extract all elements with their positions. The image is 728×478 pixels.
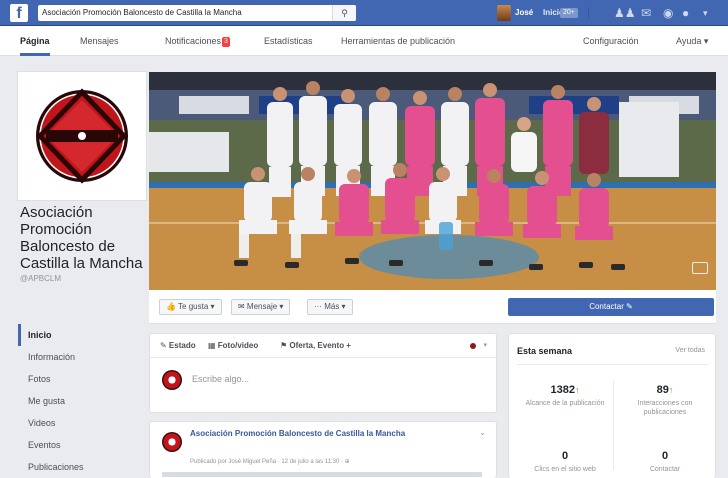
sidebar-item-publicaciones[interactable]: Publicaciones	[18, 456, 146, 478]
search-icon[interactable]: ⚲	[332, 5, 356, 21]
chevron-down-icon[interactable]: ▾	[483, 334, 487, 358]
tab-settings[interactable]: Configuración	[583, 26, 639, 56]
more-button[interactable]: ··· Más ▾	[307, 299, 353, 315]
stat-post-reach[interactable]: 1382↑ Alcance de la publicación	[517, 384, 613, 408]
club-logo-image	[36, 88, 128, 184]
home-count-badge: 20+	[560, 8, 578, 18]
stats-divider	[613, 380, 614, 470]
tab-messages[interactable]: Mensajes	[80, 26, 119, 56]
composer-tabs: ✎ Estado ▦ Foto/video ⚑ Oferta, Evento +…	[150, 334, 496, 358]
post-meta: Publicado por José Miguel Peña · 12 de j…	[190, 459, 350, 465]
page-action-bar: 👍 Te gusta ▾ ✉ Mensaje ▾ ··· Más ▾ Conta…	[149, 290, 716, 324]
search-input-value: Asociación Promoción Baloncesto de Casti…	[42, 8, 242, 17]
arrow-up-icon: ↑	[574, 385, 580, 395]
stat-website-clicks[interactable]: 0 Clics en el sitio web	[517, 450, 613, 474]
cover-photo[interactable]	[149, 72, 716, 290]
quick-help-icon[interactable]: ●	[682, 5, 689, 21]
composer-tab-status[interactable]: ✎ Estado	[160, 334, 196, 358]
composer-tab-offer-event[interactable]: ⚑ Oferta, Evento +	[280, 334, 351, 358]
camera-icon[interactable]	[692, 262, 708, 274]
see-all-link[interactable]: Ver todas	[675, 347, 705, 354]
message-button[interactable]: ✉ Mensaje ▾	[231, 299, 291, 315]
tab-page[interactable]: Página	[20, 26, 50, 56]
stat-label: Alcance de la publicación	[525, 400, 605, 407]
notifications-icon[interactable]: ◉	[663, 5, 673, 21]
stat-label: Contactar	[649, 466, 681, 473]
stat-number: 1382	[550, 384, 575, 396]
post-options-icon[interactable]: ⌄	[479, 428, 486, 437]
stat-label: Interacciones con publicaciones	[637, 400, 693, 416]
post-composer: ✎ Estado ▦ Foto/video ⚑ Oferta, Evento +…	[149, 333, 497, 413]
page-title[interactable]: Asociación Promoción Baloncesto de Casti…	[20, 204, 160, 272]
stat-post-engagement[interactable]: 89↑ Interacciones con publicaciones	[617, 384, 713, 417]
top-navigation-bar: f Asociación Promoción Baloncesto de Cas…	[0, 0, 728, 26]
page-sidebar-nav: Inicio Información Fotos Me gusta Videos…	[18, 324, 146, 478]
tab-insights[interactable]: Estadísticas	[264, 26, 313, 56]
notifications-badge: 3	[222, 36, 230, 47]
account-menu-icon[interactable]: ▾	[703, 5, 708, 21]
stat-number: 89	[656, 384, 669, 396]
friend-requests-icon[interactable]: ♟♟	[614, 5, 636, 21]
like-button[interactable]: 👍 Te gusta ▾	[159, 299, 222, 315]
page-username[interactable]: @APBCLM	[20, 274, 61, 283]
sidebar-item-inicio[interactable]: Inicio	[18, 324, 146, 346]
team-photo-image	[149, 72, 716, 290]
post-author-avatar[interactable]	[162, 432, 182, 452]
topbar-divider	[588, 7, 589, 19]
facebook-logo[interactable]: f	[10, 4, 28, 22]
sidebar-item-eventos[interactable]: Eventos	[18, 434, 146, 456]
page-admin-tabs: Página Mensajes Notificaciones 3 Estadíst…	[0, 26, 728, 56]
stat-number: 0	[661, 450, 669, 462]
sidebar-item-informacion[interactable]: Información	[18, 346, 146, 368]
sidebar-item-videos[interactable]: Videos	[18, 412, 146, 434]
stat-label: Clics en el sitio web	[534, 466, 596, 473]
composer-audience-avatar[interactable]	[470, 343, 476, 349]
composer-avatar	[162, 370, 182, 390]
composer-input[interactable]: Escribe algo...	[192, 374, 249, 384]
tab-help[interactable]: Ayuda ▾	[676, 26, 708, 56]
sidebar-item-fotos[interactable]: Fotos	[18, 368, 146, 390]
search-input[interactable]: Asociación Promoción Baloncesto de Casti…	[38, 5, 356, 21]
post-body-text	[162, 472, 482, 478]
contact-button[interactable]: Contactar ✎	[508, 298, 714, 316]
messages-icon[interactable]: ✉	[641, 5, 651, 21]
arrow-up-icon: ↑	[668, 385, 674, 395]
stat-number: 0	[561, 450, 569, 462]
tab-notifications[interactable]: Notificaciones 3	[165, 26, 230, 56]
card-title: Esta semana	[517, 346, 573, 356]
sidebar-item-me-gusta[interactable]: Me gusta	[18, 390, 146, 412]
post-author-name[interactable]: Asociación Promoción Baloncesto de Casti…	[190, 428, 480, 439]
composer-tab-photo-video[interactable]: ▦ Foto/video	[208, 334, 258, 358]
this-week-card: Esta semana Ver todas 1382↑ Alcance de l…	[508, 333, 716, 478]
tab-publishing-tools[interactable]: Herramientas de publicación	[341, 26, 455, 56]
tab-notifications-label: Notificaciones	[165, 36, 222, 46]
profile-picture[interactable]	[18, 72, 146, 200]
user-avatar[interactable]	[497, 5, 511, 21]
user-name-link[interactable]: José	[515, 0, 533, 26]
card-divider	[517, 364, 709, 365]
feed-post: Asociación Promoción Baloncesto de Casti…	[149, 421, 497, 478]
stat-contact[interactable]: 0 Contactar	[617, 450, 713, 474]
